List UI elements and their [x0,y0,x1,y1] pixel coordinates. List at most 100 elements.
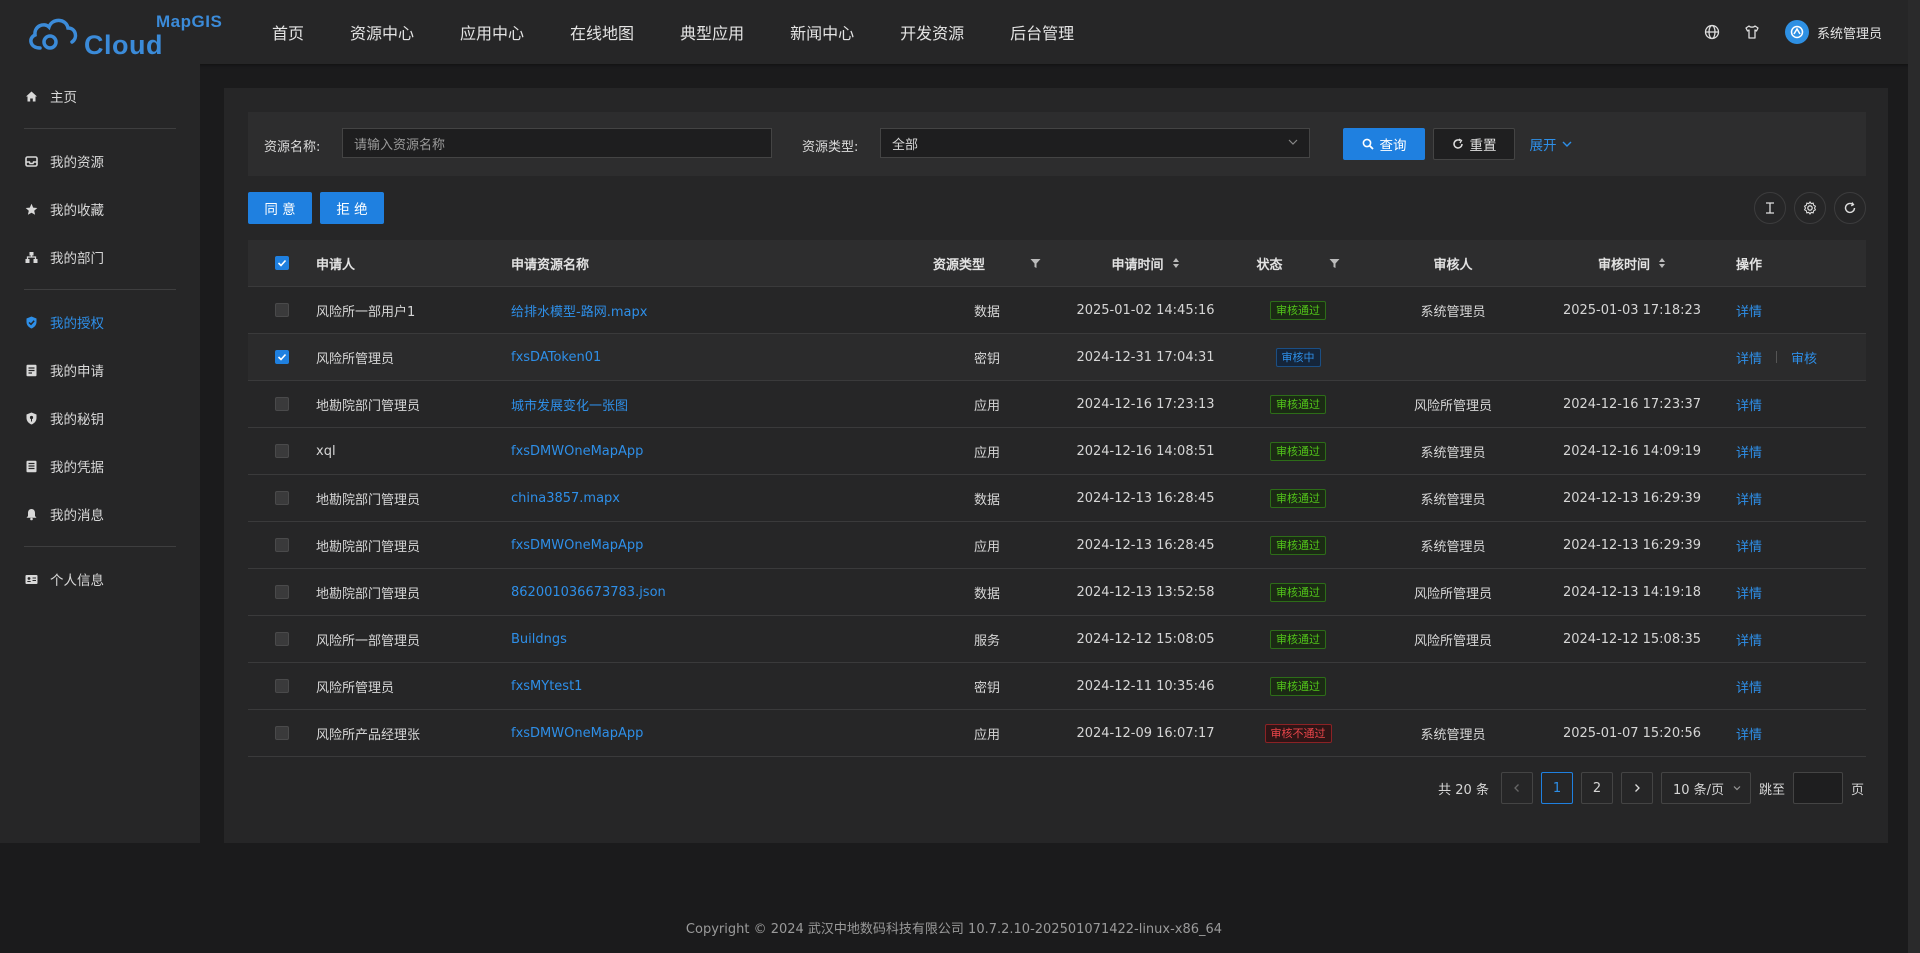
table-row[interactable]: 地勘院部门管理员 862001036673783.json 数据 2024-12-13… [248,569,1866,616]
query-button-label: 查询 [1379,138,1407,154]
detail-link[interactable]: 详情 [1736,301,1762,320]
resource-link[interactable]: 给排水模型-路网.mapx [511,301,647,320]
sidebar-item-my-department[interactable]: 我的部门 [0,233,200,281]
column-header-status[interactable]: 状态 [1238,254,1358,273]
sidebar-item-my-favorites[interactable]: 我的收藏 [0,185,200,233]
nav-item-news-center[interactable]: 新闻中心 [790,20,854,44]
resource-link[interactable]: china3857.mapx [511,491,620,506]
sidebar-item-my-authorization[interactable]: 我的授权 [0,298,200,346]
reset-button[interactable]: 重置 [1433,128,1515,160]
row-checkbox[interactable] [275,585,289,599]
resource-link[interactable]: fxsDMWOneMapApp [511,444,643,459]
reviewer-cell: 风险所管理员 [1413,586,1492,602]
theme-shirt-icon[interactable] [1743,23,1761,41]
table-row[interactable]: 风险所一部用户1 给排水模型-路网.mapx 数据 2025-01-02 14:45:… [248,287,1866,334]
row-checkbox[interactable] [275,397,289,411]
resource-link[interactable]: 862001036673783.json [511,585,666,600]
refresh-button[interactable] [1834,192,1866,224]
nav-item-dev-resources[interactable]: 开发资源 [900,20,964,44]
resource-name-input[interactable]: 请输入资源名称 [342,128,772,158]
column-header-review-time[interactable]: 审核时间 [1548,254,1716,273]
page-scrollbar[interactable] [1908,0,1920,953]
detail-link[interactable]: 详情 [1736,630,1762,649]
detail-link[interactable]: 详情 [1736,395,1762,414]
table-row[interactable]: 风险所产品经理张 fxsDMWOneMapApp 应用 2024-12-09 16:0… [248,710,1866,757]
review-link[interactable]: 审核 [1791,348,1817,367]
column-header-apply-time[interactable]: 申请时间 [1053,254,1238,273]
column-header-type[interactable]: 资源类型 [921,254,1053,273]
detail-link[interactable]: 详情 [1736,442,1762,461]
filter-icon[interactable] [1329,258,1340,269]
sort-icon[interactable] [1658,257,1666,269]
reload-icon [1452,138,1464,150]
chevron-down-icon [1561,138,1573,150]
sidebar-item-my-keys[interactable]: 我的秘钥 [0,394,200,442]
column-header-actions: 操作 [1736,257,1763,273]
username[interactable]: 系统管理员 [1817,23,1882,42]
page-size-select[interactable]: 10 条/页 [1660,772,1751,804]
nav-item-home[interactable]: 首页 [272,20,304,44]
resource-link[interactable]: fxsDMWOneMapApp [511,538,643,553]
table-row[interactable]: 风险所管理员 fxsDAToken01 密钥 2024-12-31 17:04:31 审… [248,334,1866,381]
sidebar-item-my-messages[interactable]: 我的消息 [0,490,200,538]
row-checkbox[interactable] [275,444,289,458]
apply-time-cell: 2024-12-31 17:04:31 [1076,349,1215,365]
sidebar-item-my-resources[interactable]: 我的资源 [0,137,200,185]
detail-link[interactable]: 详情 [1736,583,1762,602]
sort-icon[interactable] [1172,257,1180,269]
avatar[interactable] [1784,20,1809,44]
row-checkbox[interactable] [275,726,289,740]
sidebar-item-home[interactable]: 主页 [0,72,200,120]
next-page-button[interactable] [1620,772,1653,804]
row-checkbox[interactable] [275,350,289,364]
reviewer-cell: 系统管理员 [1420,304,1486,320]
page-button-1[interactable]: 1 [1540,772,1573,804]
resource-link[interactable]: Buildngs [511,632,567,647]
detail-link[interactable]: 详情 [1736,677,1762,696]
sidebar-item-profile[interactable]: 个人信息 [0,555,200,603]
resource-type-value: 全部 [892,137,919,153]
row-checkbox[interactable] [275,303,289,317]
row-checkbox[interactable] [275,632,289,646]
globe-icon[interactable] [1703,23,1721,41]
table-row[interactable]: xql fxsDMWOneMapApp 应用 2024-12-16 14:08:51 审… [248,428,1866,475]
mapgis-logo[interactable]: MapGIS Cloud Portal [26,10,226,91]
resource-link[interactable]: fxsDAToken01 [511,350,601,365]
detail-link[interactable]: 详情 [1736,489,1762,508]
approve-button[interactable]: 同 意 [248,192,312,224]
row-checkbox[interactable] [275,538,289,552]
jump-page-input[interactable] [1792,772,1843,804]
detail-link[interactable]: 详情 [1736,724,1762,743]
column-height-button[interactable] [1754,192,1786,224]
detail-link[interactable]: 详情 [1736,536,1762,555]
approve-button-label: 同 意 [264,202,296,218]
row-checkbox[interactable] [275,679,289,693]
nav-item-online-map[interactable]: 在线地图 [570,20,634,44]
review-time-cell: 2024-12-12 15:08:35 [1562,631,1702,647]
expand-button[interactable]: 展开 [1526,128,1576,160]
resource-link[interactable]: 城市发展变化一张图 [511,395,628,414]
sidebar-item-my-applications[interactable]: 我的申请 [0,346,200,394]
row-checkbox[interactable] [275,491,289,505]
table-row[interactable]: 地勘院部门管理员 china3857.mapx 数据 2024-12-13 16:28… [248,475,1866,522]
sidebar-item-my-credentials[interactable]: 我的凭据 [0,442,200,490]
table-row[interactable]: 地勘院部门管理员 城市发展变化一张图 应用 2024-12-16 17:23:13 审核… [248,381,1866,428]
nav-item-app-center[interactable]: 应用中心 [460,20,524,44]
table-row[interactable]: 风险所管理员 fxsMYtest1 密钥 2024-12-11 10:35:46 审核通… [248,663,1866,710]
nav-item-typical-apps[interactable]: 典型应用 [680,20,744,44]
select-all-checkbox[interactable] [275,256,289,270]
table-row[interactable]: 风险所一部管理员 Buildngs 服务 2024-12-12 15:08:05 审核通… [248,616,1866,663]
query-button[interactable]: 查询 [1343,128,1425,160]
resource-link[interactable]: fxsDMWOneMapApp [511,726,643,741]
table-row[interactable]: 地勘院部门管理员 fxsDMWOneMapApp 应用 2024-12-13 16:2… [248,522,1866,569]
reject-button[interactable]: 拒 绝 [320,192,384,224]
filter-icon[interactable] [1030,258,1041,269]
detail-link[interactable]: 详情 [1736,348,1762,367]
nav-item-resource-center[interactable]: 资源中心 [350,20,414,44]
nav-item-admin[interactable]: 后台管理 [1010,20,1074,44]
resource-type-select[interactable]: 全部 [880,128,1310,158]
page-button-2[interactable]: 2 [1580,772,1613,804]
resource-link[interactable]: fxsMYtest1 [511,679,582,694]
prev-page-button[interactable] [1500,772,1533,804]
settings-button[interactable] [1794,192,1826,224]
